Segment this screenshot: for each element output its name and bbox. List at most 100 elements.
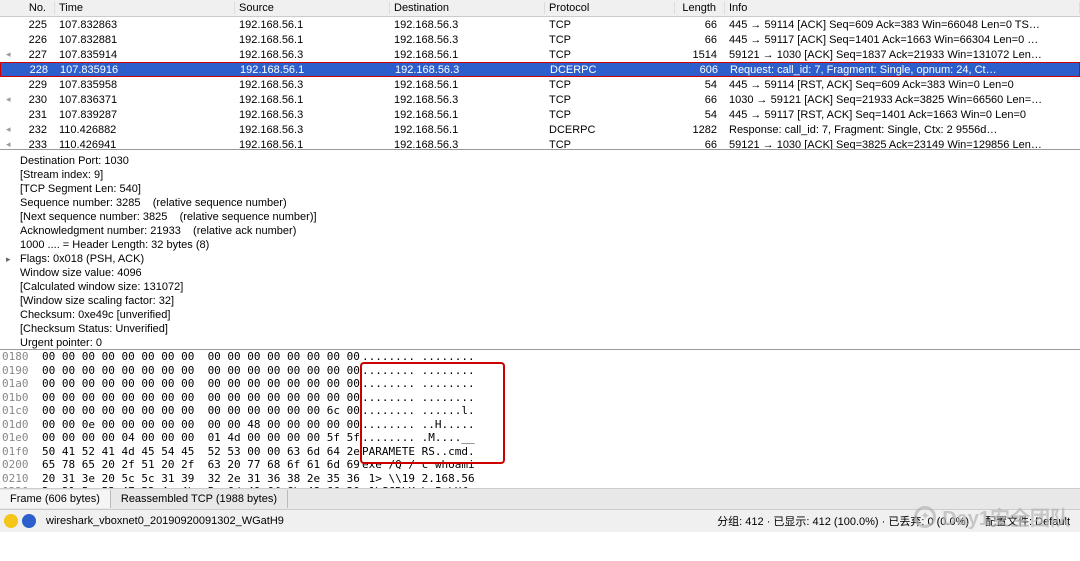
hex-ascii: ........ ..H.....	[362, 418, 475, 432]
hex-ascii: PARAMETE RS..cmd.	[362, 445, 475, 459]
detail-line[interactable]: Urgent pointer: 0	[20, 336, 1080, 350]
packet-row[interactable]: 229107.835958192.168.56.3192.168.56.1TCP…	[0, 77, 1080, 92]
col-header-source[interactable]: Source	[235, 2, 390, 14]
cell-dst: 192.168.56.1	[390, 109, 545, 121]
hex-offset: 0220	[2, 485, 42, 488]
packet-list-header: No. Time Source Destination Protocol Len…	[0, 0, 1080, 17]
cell-len: 66	[675, 94, 725, 106]
hex-row[interactable]: 01a000 00 00 00 00 00 00 00 00 00 00 00 …	[2, 377, 1078, 391]
cell-len: 54	[675, 109, 725, 121]
capture-file-icon[interactable]	[22, 514, 36, 528]
cell-time: 110.426941	[55, 139, 235, 151]
cell-proto: DCERPC	[546, 64, 676, 76]
col-header-length[interactable]: Length	[675, 2, 725, 14]
detail-line[interactable]: [Next sequence number: 3825 (relative se…	[20, 210, 1080, 224]
hex-row[interactable]: 018000 00 00 00 00 00 00 00 00 00 00 00 …	[2, 350, 1078, 364]
hex-row[interactable]: 01e000 00 00 00 04 00 00 00 01 4d 00 00 …	[2, 431, 1078, 445]
detail-line[interactable]: [Stream index: 9]	[20, 168, 1080, 182]
hex-row[interactable]: 01c000 00 00 00 00 00 00 00 00 00 00 00 …	[2, 404, 1078, 418]
hex-row[interactable]: 01d000 00 0e 00 00 00 00 00 00 00 48 00 …	[2, 418, 1078, 432]
cell-time: 110.426882	[55, 124, 235, 136]
hex-ascii: .1\SGRLK \mIokHf	[362, 485, 475, 488]
hex-row[interactable]: 02202e 31 5c 53 47 52 4c 4b 5c 6d 49 6f …	[2, 485, 1078, 488]
cell-dst: 192.168.56.3	[390, 34, 545, 46]
cell-dst: 192.168.56.1	[390, 79, 545, 91]
related-packet-icon: ◂	[6, 139, 11, 150]
detail-line[interactable]: Flags: 0x018 (PSH, ACK)	[20, 252, 1080, 266]
packet-row[interactable]: ◂232110.426882192.168.56.3192.168.56.1DC…	[0, 122, 1080, 137]
detail-line[interactable]: Acknowledgment number: 21933 (relative a…	[20, 224, 1080, 238]
packet-row[interactable]: ◂233110.426941192.168.56.1192.168.56.3TC…	[0, 137, 1080, 150]
hex-ascii: ........ ......l.	[362, 404, 475, 418]
status-bar: wireshark_vboxnet0_20190920091302_WGatH9…	[0, 510, 1080, 532]
hex-ascii: ........ ........	[362, 391, 475, 405]
hex-bytes: 2e 31 5c 53 47 52 4c 4b 5c 6d 49 6f 6b 4…	[42, 485, 362, 488]
hex-row[interactable]: 019000 00 00 00 00 00 00 00 00 00 00 00 …	[2, 364, 1078, 378]
expand-icon[interactable]: ▸	[6, 252, 11, 266]
cell-dst: 192.168.56.1	[390, 124, 545, 136]
cell-info: 445 → 59117 [RST, ACK] Seq=1401 Ack=1663…	[725, 109, 1080, 121]
cell-time: 107.839287	[55, 109, 235, 121]
cell-info: 1030 → 59121 [ACK] Seq=21933 Ack=3825 Wi…	[725, 94, 1080, 106]
detail-line[interactable]: Window size value: 4096	[20, 266, 1080, 280]
hex-ascii: exe /Q / c whoami	[362, 458, 475, 472]
packet-row[interactable]: 225107.832863192.168.56.1192.168.56.3TCP…	[0, 17, 1080, 32]
hex-offset: 0200	[2, 458, 42, 472]
cell-len: 1514	[675, 49, 725, 61]
cell-dst: 192.168.56.3	[390, 139, 545, 151]
hex-bytes: 00 00 0e 00 00 00 00 00 00 00 48 00 00 0…	[42, 418, 362, 432]
cell-info: Request: call_id: 7, Fragment: Single, o…	[726, 64, 1079, 76]
col-header-info[interactable]: Info	[725, 2, 1080, 14]
detail-line[interactable]: Checksum: 0xe49c [unverified]	[20, 308, 1080, 322]
col-header-protocol[interactable]: Protocol	[545, 2, 675, 14]
cell-proto: TCP	[545, 49, 675, 61]
detail-line[interactable]: [Window size scaling factor: 32]	[20, 294, 1080, 308]
hex-row[interactable]: 01f050 41 52 41 4d 45 54 45 52 53 00 00 …	[2, 445, 1078, 459]
packet-row[interactable]: 228107.835916192.168.56.1192.168.56.3DCE…	[0, 62, 1080, 77]
cell-no: 226	[0, 34, 55, 46]
detail-line[interactable]: 1000 .... = Header Length: 32 bytes (8)	[20, 238, 1080, 252]
col-header-time[interactable]: Time	[55, 2, 235, 14]
detail-line[interactable]: [Checksum Status: Unverified]	[20, 322, 1080, 336]
hex-dump-pane[interactable]: 0180 00 00 00 00 00 00 00 00 00 00 00 00 …	[0, 350, 1080, 488]
cell-no: 225	[0, 19, 55, 31]
col-header-destination[interactable]: Destination	[390, 2, 545, 14]
detail-line[interactable]: Destination Port: 1030	[20, 154, 1080, 168]
detail-line[interactable]: Sequence number: 3285 (relative sequence…	[20, 196, 1080, 210]
hex-row[interactable]: 01b000 00 00 00 00 00 00 00 00 00 00 00 …	[2, 391, 1078, 405]
cell-no: 228	[1, 64, 56, 76]
tab-reassembled[interactable]: Reassembled TCP (1988 bytes)	[111, 490, 288, 508]
packet-row[interactable]: 226107.832881192.168.56.1192.168.56.3TCP…	[0, 32, 1080, 47]
hex-bytes: 65 78 65 20 2f 51 20 2f 63 20 77 68 6f 6…	[42, 458, 362, 472]
packet-row[interactable]: ◂227107.835914192.168.56.3192.168.56.1TC…	[0, 47, 1080, 62]
detail-line[interactable]: [Calculated window size: 131072]	[20, 280, 1080, 294]
hex-bytes: 00 00 00 00 00 00 00 00 00 00 00 00 00 0…	[42, 404, 362, 418]
packet-details-pane[interactable]: Destination Port: 1030[Stream index: 9][…	[0, 150, 1080, 350]
status-packets: 分组: 412 · 已显示: 412 (100.0%) · 已丢弃: 0 (0.…	[711, 513, 975, 529]
col-header-no[interactable]: No.	[0, 2, 55, 14]
cell-dst: 192.168.56.3	[391, 64, 546, 76]
cell-no: 231	[0, 109, 55, 121]
tab-frame[interactable]: Frame (606 bytes)	[0, 490, 111, 508]
hex-bytes: 00 00 00 00 04 00 00 00 01 4d 00 00 00 0…	[42, 431, 362, 445]
hex-offset: 0180	[2, 350, 42, 364]
cell-proto: TCP	[545, 79, 675, 91]
packet-list-pane[interactable]: No. Time Source Destination Protocol Len…	[0, 0, 1080, 150]
status-file: wireshark_vboxnet0_20190920091302_WGatH9	[40, 515, 290, 527]
packet-row[interactable]: 231107.839287192.168.56.3192.168.56.1TCP…	[0, 107, 1080, 122]
detail-line[interactable]: [TCP Segment Len: 540]	[20, 182, 1080, 196]
hex-ascii: ........ .M....__	[362, 431, 475, 445]
cell-info: 445 → 59114 [RST, ACK] Seq=609 Ack=383 W…	[725, 79, 1080, 91]
expert-info-icon[interactable]	[4, 514, 18, 528]
packet-list-body[interactable]: 225107.832863192.168.56.1192.168.56.3TCP…	[0, 17, 1080, 150]
hex-row[interactable]: 021020 31 3e 20 5c 5c 31 39 32 2e 31 36 …	[2, 472, 1078, 486]
status-profile[interactable]: 配置文件: Default	[979, 513, 1076, 529]
cell-info: 445 → 59117 [ACK] Seq=1401 Ack=1663 Win=…	[725, 34, 1080, 46]
cell-dst: 192.168.56.3	[390, 19, 545, 31]
packet-row[interactable]: ◂230107.836371192.168.56.1192.168.56.3TC…	[0, 92, 1080, 107]
hex-offset: 01c0	[2, 404, 42, 418]
cell-len: 606	[676, 64, 726, 76]
cell-time: 107.832881	[55, 34, 235, 46]
hex-row[interactable]: 020065 78 65 20 2f 51 20 2f 63 20 77 68 …	[2, 458, 1078, 472]
cell-time: 107.836371	[55, 94, 235, 106]
